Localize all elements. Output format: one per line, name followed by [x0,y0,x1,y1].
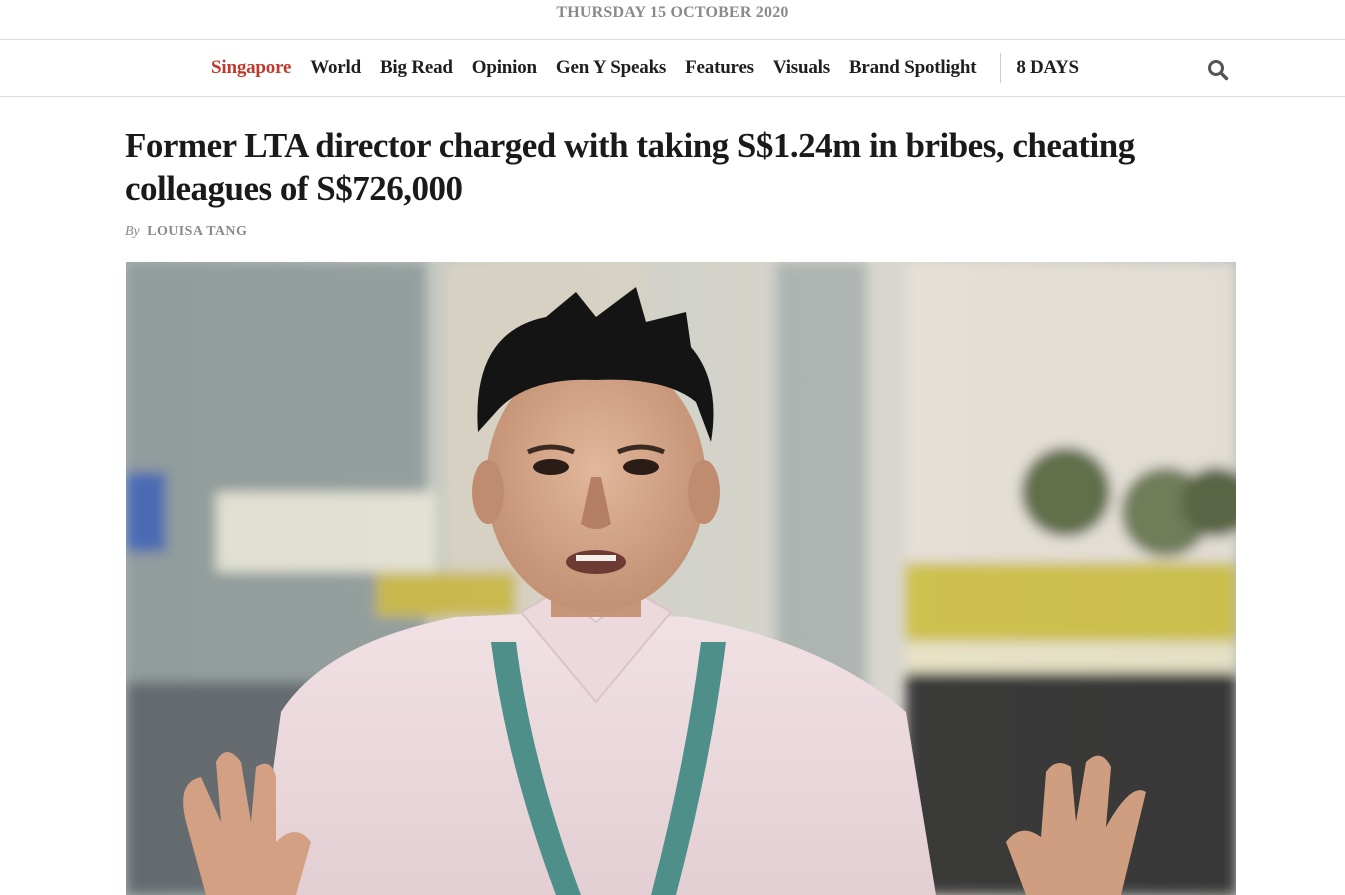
nav-item-singapore[interactable]: Singapore [211,57,291,79]
author-link[interactable]: LOUISA TANG [147,224,247,239]
search-button[interactable] [1206,58,1230,82]
nav-item-gen-y-speaks[interactable]: Gen Y Speaks [556,57,666,79]
hero-image [126,262,1236,895]
nav-item-visuals[interactable]: Visuals [773,57,830,79]
search-icon [1208,60,1229,81]
article-headline: Former LTA director charged with taking … [125,126,1135,208]
nav-item-features[interactable]: Features [685,57,754,79]
nav-item-8-days[interactable]: 8 DAYS [1016,57,1079,79]
nav-menu: Singapore World Big Read Opinion Gen Y S… [211,40,1079,96]
hero-photo-illustration [126,262,1236,895]
nav-item-opinion[interactable]: Opinion [472,57,537,79]
nav-item-big-read[interactable]: Big Read [380,57,453,79]
nav-divider [1000,53,1002,83]
byline: By LOUISA TANG [125,224,247,240]
byline-prefix: By [125,224,140,239]
date-line: THURSDAY 15 OCTOBER 2020 [556,4,789,21]
main-navigation: Singapore World Big Read Opinion Gen Y S… [0,39,1345,97]
nav-item-brand-spotlight[interactable]: Brand Spotlight [849,57,977,79]
nav-item-world[interactable]: World [310,57,361,79]
